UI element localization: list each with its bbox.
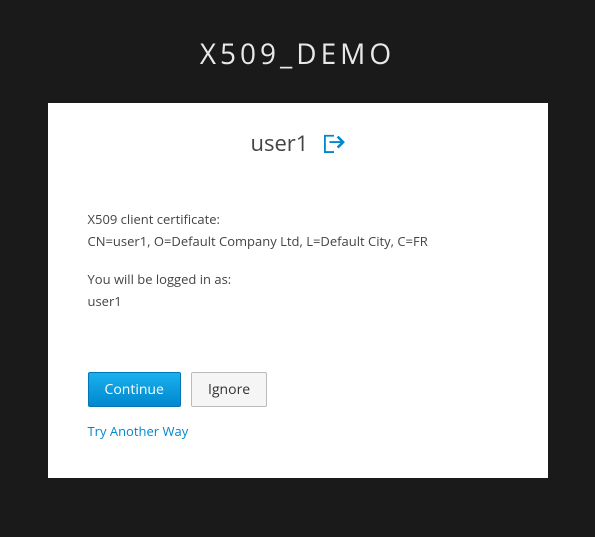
login-as-info: You will be logged in as: user1 bbox=[88, 268, 508, 312]
button-row: Continue Ignore bbox=[88, 372, 508, 407]
user-header: user1 bbox=[88, 128, 508, 158]
sign-out-icon[interactable] bbox=[323, 133, 345, 158]
login-as-label: You will be logged in as: bbox=[88, 268, 508, 290]
certificate-label: X509 client certificate: bbox=[88, 208, 508, 230]
logged-in-username: user1 bbox=[250, 128, 308, 158]
certificate-info: X509 client certificate: CN=user1, O=Def… bbox=[88, 208, 508, 252]
realm-title: X509_DEMO bbox=[0, 0, 595, 103]
login-as-value: user1 bbox=[88, 290, 508, 312]
certificate-dn: CN=user1, O=Default Company Ltd, L=Defau… bbox=[88, 230, 508, 252]
login-card: user1 X509 client certificate: CN=user1,… bbox=[48, 103, 548, 478]
continue-button[interactable]: Continue bbox=[88, 372, 181, 407]
try-another-way-link[interactable]: Try Another Way bbox=[88, 422, 189, 440]
ignore-button[interactable]: Ignore bbox=[191, 372, 267, 407]
